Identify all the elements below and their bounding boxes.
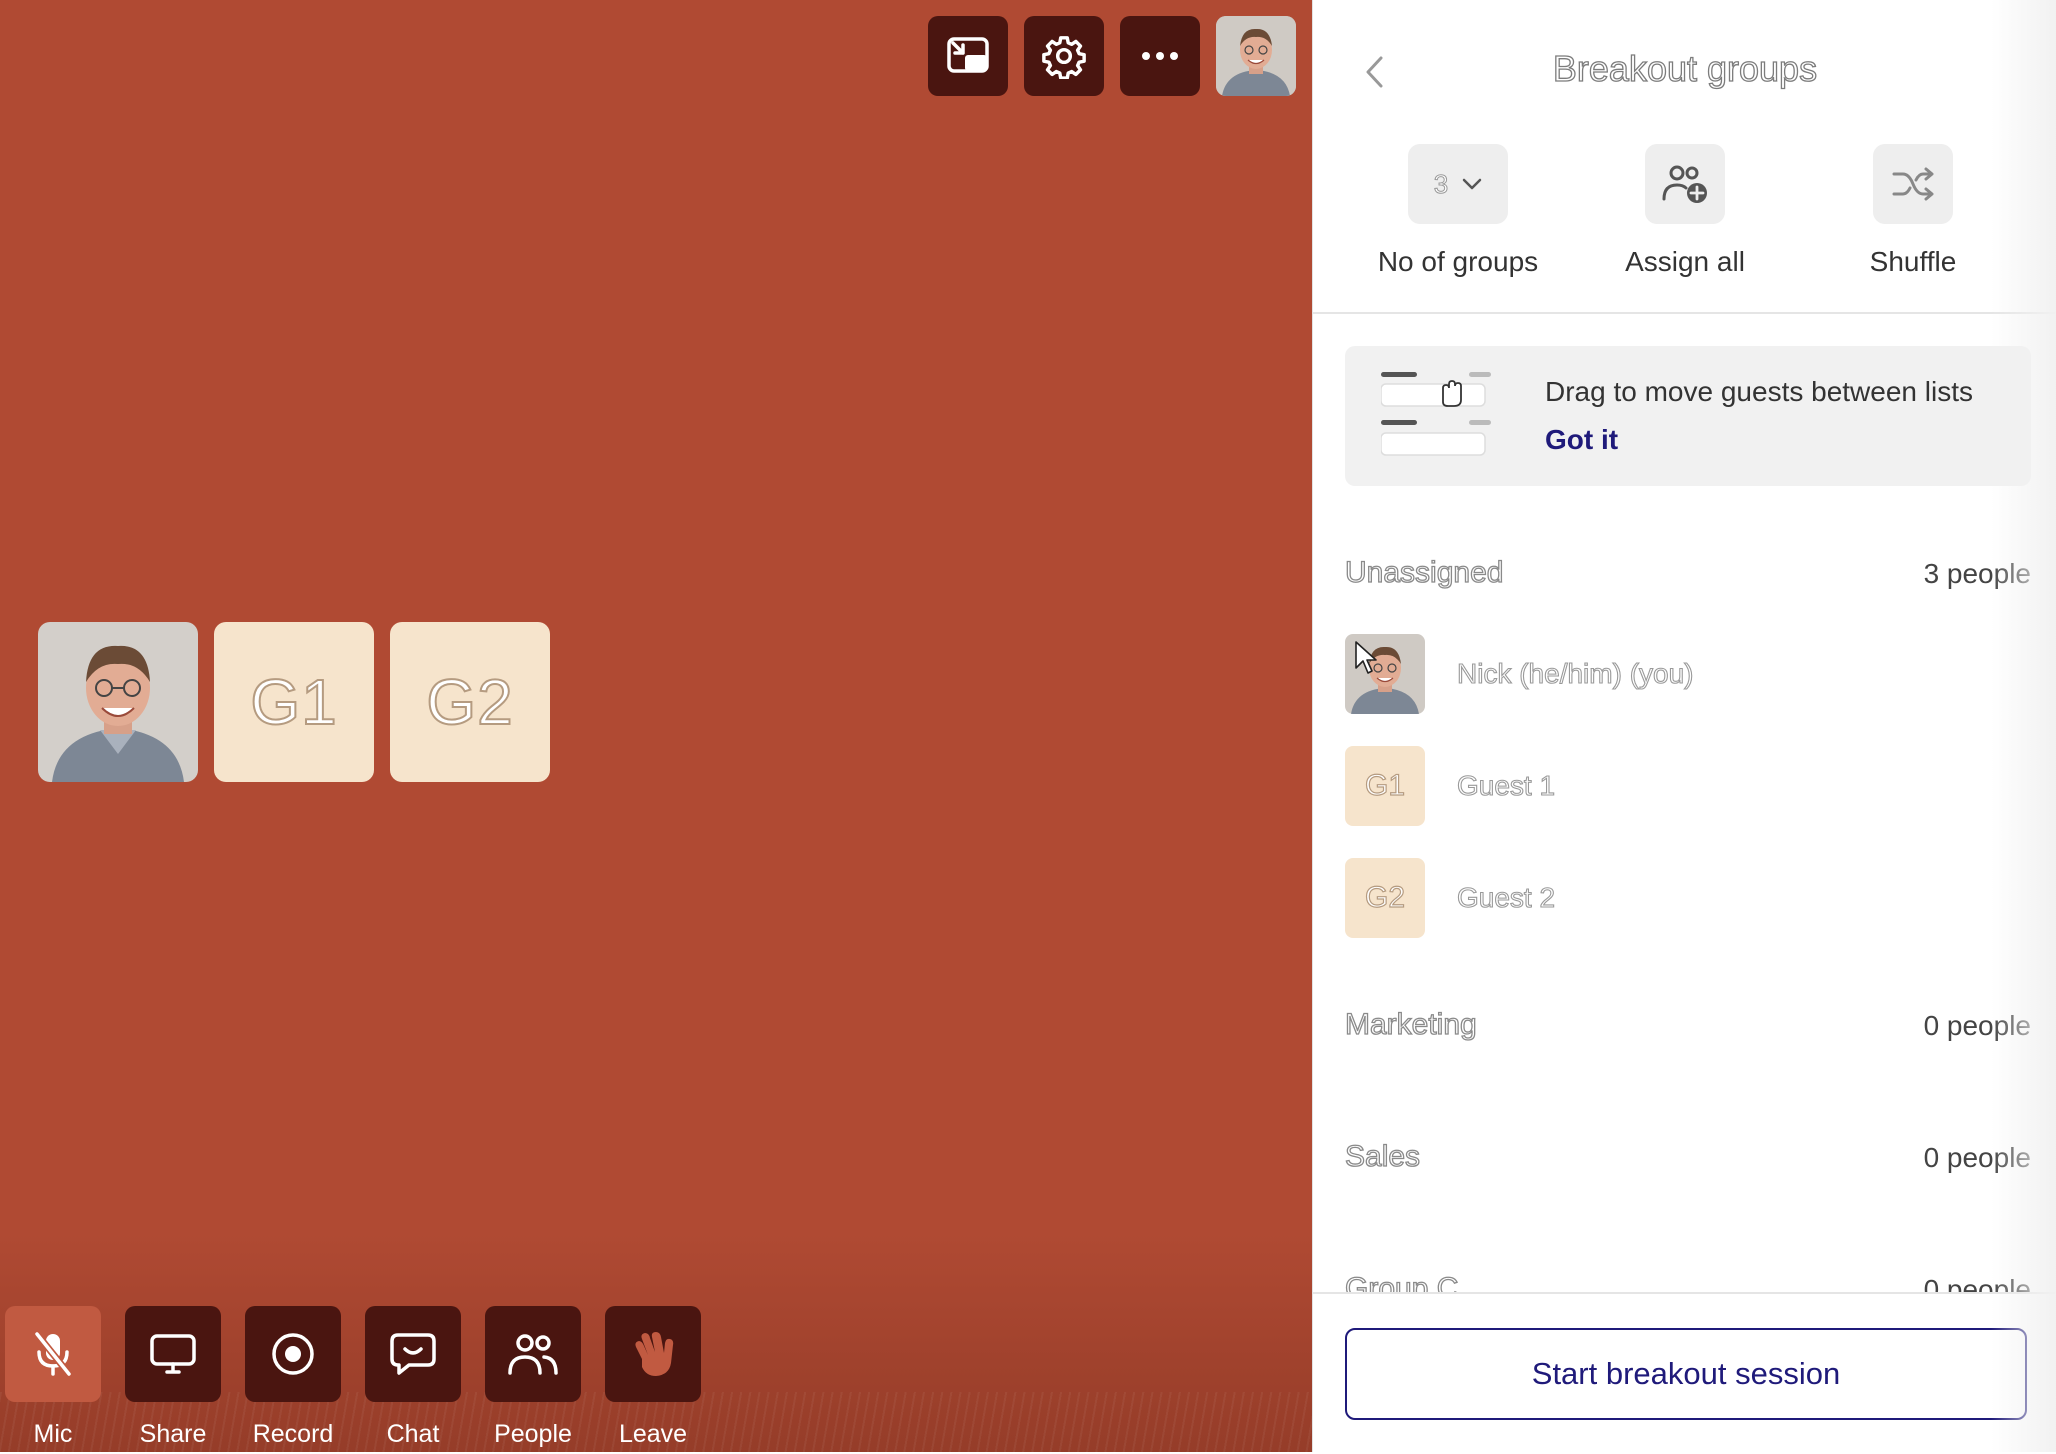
- mic-muted-icon: [34, 1331, 72, 1377]
- bottom-toolbar: Mic Share Record Chat People Leave: [5, 1306, 701, 1449]
- toolbar-item-chat: Chat: [365, 1306, 461, 1449]
- groups-list: Unassigned 3 people Nick (he/him) (you): [1345, 540, 2031, 1292]
- tip-text: Drag to move guests between lists: [1545, 376, 1973, 407]
- picture-in-picture-button[interactable]: [928, 16, 1008, 96]
- participant-tile-nick[interactable]: [38, 622, 198, 782]
- more-options-button[interactable]: [1120, 16, 1200, 96]
- record-button[interactable]: [245, 1306, 341, 1402]
- list-item-guest-2[interactable]: G2 Guest 2: [1345, 858, 2031, 938]
- toolbar-item-leave: Leave: [605, 1306, 701, 1449]
- drag-tip-banner: Drag to move guests between lists Got it: [1345, 346, 2031, 486]
- groups-count-value: 3: [1433, 168, 1449, 199]
- more-horizontal-icon: [1142, 52, 1178, 60]
- panel-title: Breakout groups: [1552, 47, 1818, 89]
- group-name: Sales: [1345, 1139, 1421, 1173]
- group-actions: 3 No of groups Assign all Shuffle: [1313, 144, 2056, 294]
- people-icon: [508, 1334, 558, 1375]
- panel-header: Breakout groups: [1313, 0, 2056, 140]
- group-header-marketing: Marketing 0 people: [1345, 1007, 2031, 1048]
- toolbar-label: Record: [252, 1420, 334, 1448]
- groups-count-select[interactable]: 3: [1408, 144, 1508, 224]
- leave-button[interactable]: [605, 1306, 701, 1402]
- group-count: 0 people: [1923, 1274, 2031, 1292]
- toolbar-label: Mic: [33, 1420, 73, 1448]
- start-breakout-session-button[interactable]: Start breakout session: [1345, 1328, 2027, 1420]
- picture-in-picture-icon: [947, 37, 989, 73]
- waving-hand-icon: [635, 1332, 674, 1376]
- participant-tile-guest-2[interactable]: G2: [390, 622, 550, 782]
- assign-all-control: Assign all: [1575, 144, 1795, 278]
- person-photo: [1216, 16, 1296, 96]
- record-icon: [272, 1333, 314, 1375]
- group-count: 3 people: [1923, 558, 2031, 589]
- person-name: Guest 1: [1456, 769, 1556, 801]
- toolbar-item-share: Share: [125, 1306, 221, 1449]
- share-button[interactable]: [125, 1306, 221, 1402]
- top-controls: [928, 16, 1296, 96]
- tile-initials: G1: [249, 665, 338, 739]
- group-name: Group C: [1345, 1271, 1459, 1292]
- number-of-groups-control: 3 No of groups: [1348, 144, 1568, 278]
- avatar-initials: G2: [1364, 880, 1406, 914]
- group-header-group-c: Group C 0 people: [1345, 1271, 2031, 1292]
- group-count: 0 people: [1923, 1010, 2031, 1041]
- add-people-icon: [1662, 165, 1707, 203]
- shuffle-icon: [1892, 167, 1934, 201]
- section-divider: [1313, 312, 2056, 314]
- group-name: Unassigned: [1345, 555, 1504, 589]
- monitor-icon: [150, 1334, 196, 1374]
- mouse-pointer-icon: [1355, 641, 1377, 674]
- participant-tile-guest-1[interactable]: G1: [214, 622, 374, 782]
- group-name: Marketing: [1345, 1007, 1477, 1041]
- group-count: 0 people: [1923, 1142, 2031, 1173]
- chat-icon: [390, 1333, 436, 1375]
- got-it-link[interactable]: Got it: [1545, 424, 1618, 456]
- shuffle-button[interactable]: [1873, 144, 1953, 224]
- participant-tiles: G1 G2: [38, 622, 550, 782]
- self-view-avatar[interactable]: [1216, 16, 1296, 96]
- person-photo: [38, 622, 198, 782]
- toolbar-item-record: Record: [245, 1306, 341, 1449]
- chevron-down-icon: [1462, 178, 1482, 190]
- shuffle-control: Shuffle: [1803, 144, 2023, 278]
- settings-button[interactable]: [1024, 16, 1104, 96]
- avatar: G2: [1345, 858, 1425, 938]
- toolbar-label: Share: [139, 1420, 207, 1448]
- groups-count-label: No of groups: [1377, 246, 1539, 277]
- avatar: G1: [1345, 746, 1425, 826]
- drag-illustration-icon: [1381, 372, 1491, 456]
- panel-footer: Start breakout session: [1313, 1292, 2056, 1454]
- person-name: Guest 2: [1456, 881, 1556, 913]
- chat-button[interactable]: [365, 1306, 461, 1402]
- group-header-sales: Sales 0 people: [1345, 1139, 2031, 1180]
- tile-initials: G2: [425, 665, 514, 739]
- toolbar-label: People: [494, 1420, 572, 1448]
- shuffle-label: Shuffle: [1869, 246, 1957, 277]
- assign-all-button[interactable]: [1645, 144, 1725, 224]
- breakout-panel: Breakout groups 3 No of groups Assign al…: [1312, 0, 2056, 1454]
- toolbar-label: Chat: [386, 1420, 440, 1448]
- person-name: Nick (he/him) (you): [1456, 657, 1694, 689]
- people-button[interactable]: [485, 1306, 581, 1402]
- assign-all-label: Assign all: [1625, 246, 1745, 277]
- avatar-initials: G1: [1364, 768, 1406, 802]
- group-header-unassigned: Unassigned 3 people: [1345, 555, 2031, 596]
- toolbar-item-mic: Mic: [5, 1306, 101, 1449]
- toolbar-label: Leave: [618, 1420, 688, 1448]
- gear-icon: [1042, 36, 1086, 79]
- list-item-guest-1[interactable]: G1 Guest 1: [1345, 746, 2031, 826]
- video-stage: G1 G2 Mic Share Record Chat People Leave: [0, 0, 1312, 1452]
- list-item-nick[interactable]: Nick (he/him) (you): [1345, 634, 2031, 714]
- toolbar-item-people: People: [485, 1306, 581, 1449]
- mic-button[interactable]: [5, 1306, 101, 1402]
